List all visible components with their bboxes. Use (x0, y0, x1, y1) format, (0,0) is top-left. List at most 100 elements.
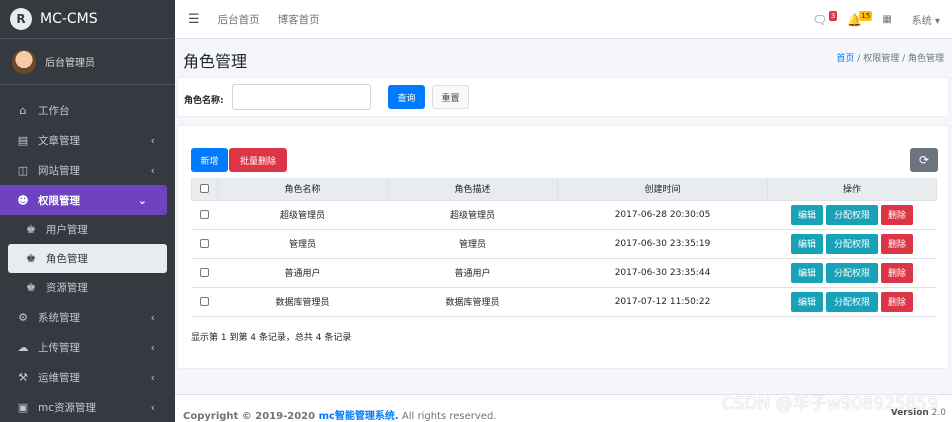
assign-permissions-button[interactable]: 分配权限 (826, 204, 878, 225)
window-icon: ◫ (17, 163, 29, 177)
logo-icon: R (10, 8, 32, 30)
search-card: 角色名称: 查询 重置 (178, 78, 948, 116)
role-name-cell: 管理员 (217, 229, 388, 259)
delete-button[interactable]: 删除 (881, 291, 913, 312)
select-all-cell (191, 178, 218, 201)
edit-button[interactable]: 编辑 (791, 204, 823, 225)
column-header[interactable]: 创建时间 (557, 178, 768, 201)
copyright-suffix: All rights reserved. (398, 411, 497, 422)
assign-permissions-button[interactable]: 分配权限 (826, 291, 878, 312)
table-header-row: 角色名称 角色描述 创建时间 操作 (191, 178, 937, 201)
chevron-left-icon: ‹ (150, 370, 155, 384)
sidebar: R MC-CMS 后台管理员 ⌂ 工作台 ▤ 文章管理 ‹ ◫ 网站管理 ‹ ☻ 权限管理 ⌄… (0, 0, 175, 422)
sidebar-item-resources[interactable]: ♚ 资源管理 (0, 273, 175, 302)
row-checkbox[interactable] (200, 267, 209, 277)
users-icon: ☻ (17, 193, 29, 207)
sidebar-item-label: 角色管理 (45, 253, 88, 265)
grid-icon[interactable]: ▦ (882, 14, 891, 25)
role-name-cell: 超级管理员 (217, 200, 388, 230)
edit-button[interactable]: 编辑 (791, 291, 823, 312)
hamburger-menu-icon[interactable]: ☰ (188, 12, 200, 27)
delete-button[interactable]: 删除 (881, 233, 913, 254)
sidebar-item-roles[interactable]: ♚ 角色管理 (8, 244, 167, 273)
user-panel[interactable]: 后台管理员 (0, 39, 175, 85)
user-name: 后台管理员 (45, 58, 95, 69)
sidebar-item-label: 权限管理 (38, 194, 80, 207)
sidebar-item-label: 资源管理 (45, 282, 88, 294)
sidebar-item-ops[interactable]: ⚒ 运维管理 ‹ (0, 362, 175, 392)
role-desc-cell: 普通用户 (387, 258, 558, 288)
sidebar-item-users[interactable]: ♚ 用户管理 (0, 215, 175, 244)
sidebar-item-label: 用户管理 (45, 224, 88, 236)
sidebar-item-label: 文章管理 (38, 134, 80, 147)
page-title: 角色管理 (183, 52, 248, 71)
refresh-button[interactable]: ⟳ (910, 148, 938, 172)
table-row: 普通用户 普通用户 2017-06-30 23:35:44 编辑 分配权限 删除 (191, 258, 937, 288)
table-row: 超级管理员 超级管理员 2017-06-28 20:30:05 编辑 分配权限 删除 (191, 200, 937, 230)
brand[interactable]: R MC-CMS (0, 0, 175, 39)
role-name-input[interactable] (232, 84, 371, 110)
sidebar-item-system[interactable]: ⚙ 系统管理 ‹ (0, 302, 175, 332)
delete-button[interactable]: 删除 (881, 262, 913, 283)
sidebar-item-upload[interactable]: ☁ 上传管理 ‹ (0, 332, 175, 362)
select-all-checkbox[interactable] (200, 183, 209, 193)
delete-button[interactable]: 删除 (881, 204, 913, 225)
sidebar-item-label: 运维管理 (38, 371, 80, 384)
brand-name: MC-CMS (40, 11, 98, 27)
batch-delete-button[interactable]: 批量删除 (229, 148, 287, 172)
sidebar-item-label: 网站管理 (38, 164, 80, 177)
chevron-left-icon: ‹ (150, 163, 155, 177)
row-checkbox[interactable] (200, 238, 209, 248)
role-name-label: 角色名称: (184, 96, 224, 106)
assign-permissions-button[interactable]: 分配权限 (826, 262, 878, 283)
column-header[interactable]: 角色名称 (217, 178, 388, 201)
table-card: 新增 批量删除 ⟳ 角色名称 角色描述 创建时间 操作 超级管理员 超级管理员 … (178, 126, 948, 368)
role-desc-cell: 超级管理员 (387, 200, 558, 230)
cloud-upload-icon: ☁ (17, 340, 29, 354)
notifications-badge: 15 (859, 10, 873, 21)
breadcrumb-home[interactable]: 首页 (836, 54, 854, 64)
copyright-prefix: Copyright © 2019-2020 (183, 411, 319, 422)
created-time-cell: 2017-06-30 23:35:19 (557, 229, 768, 259)
nav-link-admin-home[interactable]: 后台首页 (218, 12, 260, 27)
copyright: Copyright © 2019-2020 mc智能管理系统. All righ… (183, 407, 496, 422)
caret-down-icon: ▾ (934, 16, 940, 27)
sidebar-nav: ⌂ 工作台 ▤ 文章管理 ‹ ◫ 网站管理 ‹ ☻ 权限管理 ⌄ ♚ 用户管理 ♚ 角色管理 ♚ 资… (0, 85, 175, 422)
footer-brand-link[interactable]: mc智能管理系统. (319, 411, 399, 422)
add-button[interactable]: 新增 (191, 148, 228, 172)
role-name-cell: 普通用户 (217, 258, 388, 288)
assign-permissions-button[interactable]: 分配权限 (826, 233, 878, 254)
table-row: 数据库管理员 数据库管理员 2017-07-12 11:50:22 编辑 分配权限… (191, 287, 937, 317)
list-icon: ▤ (17, 133, 29, 147)
sidebar-item-label: mc资源管理 (38, 401, 97, 414)
edit-button[interactable]: 编辑 (791, 233, 823, 254)
notifications-button[interactable]: 🔔 15 (847, 10, 873, 27)
row-checkbox[interactable] (200, 296, 209, 306)
sidebar-item-permissions[interactable]: ☻ 权限管理 ⌄ (0, 185, 167, 215)
messages-badge: 3 (828, 10, 838, 21)
messages-button[interactable]: 🗨 3 (812, 10, 838, 27)
system-menu[interactable]: 系统 ▾ (912, 12, 940, 27)
sidebar-item-website[interactable]: ◫ 网站管理 ‹ (0, 155, 175, 185)
column-header[interactable]: 角色描述 (387, 178, 558, 201)
sidebar-item-mc-resources[interactable]: ▣ mc资源管理 ‹ (0, 392, 175, 422)
content-header: 角色管理 首页 / 权限管理 / 角色管理 (175, 40, 952, 78)
breadcrumb: 首页 / 权限管理 / 角色管理 (836, 51, 944, 64)
sidebar-item-articles[interactable]: ▤ 文章管理 ‹ (0, 125, 175, 155)
reset-button[interactable]: 重置 (432, 85, 469, 109)
nav-link-blog-home[interactable]: 博客首页 (278, 12, 320, 27)
column-header: 操作 (767, 178, 937, 201)
comments-icon: 🗨 (812, 12, 828, 27)
sidebar-item-dashboard[interactable]: ⌂ 工作台 (0, 95, 175, 125)
edit-button[interactable]: 编辑 (791, 262, 823, 283)
query-button[interactable]: 查询 (388, 85, 425, 109)
sidebar-item-label: 系统管理 (38, 311, 80, 324)
user-tie-icon: ♚ (26, 223, 36, 236)
sidebar-item-label: 上传管理 (38, 341, 80, 354)
row-checkbox[interactable] (200, 209, 209, 219)
chevron-left-icon: ‹ (150, 400, 155, 414)
breadcrumb-permissions: 权限管理 (863, 54, 900, 64)
gear-icon: ⚙ (18, 310, 28, 324)
chevron-left-icon: ‹ (150, 133, 155, 147)
role-desc-cell: 管理员 (387, 229, 558, 259)
